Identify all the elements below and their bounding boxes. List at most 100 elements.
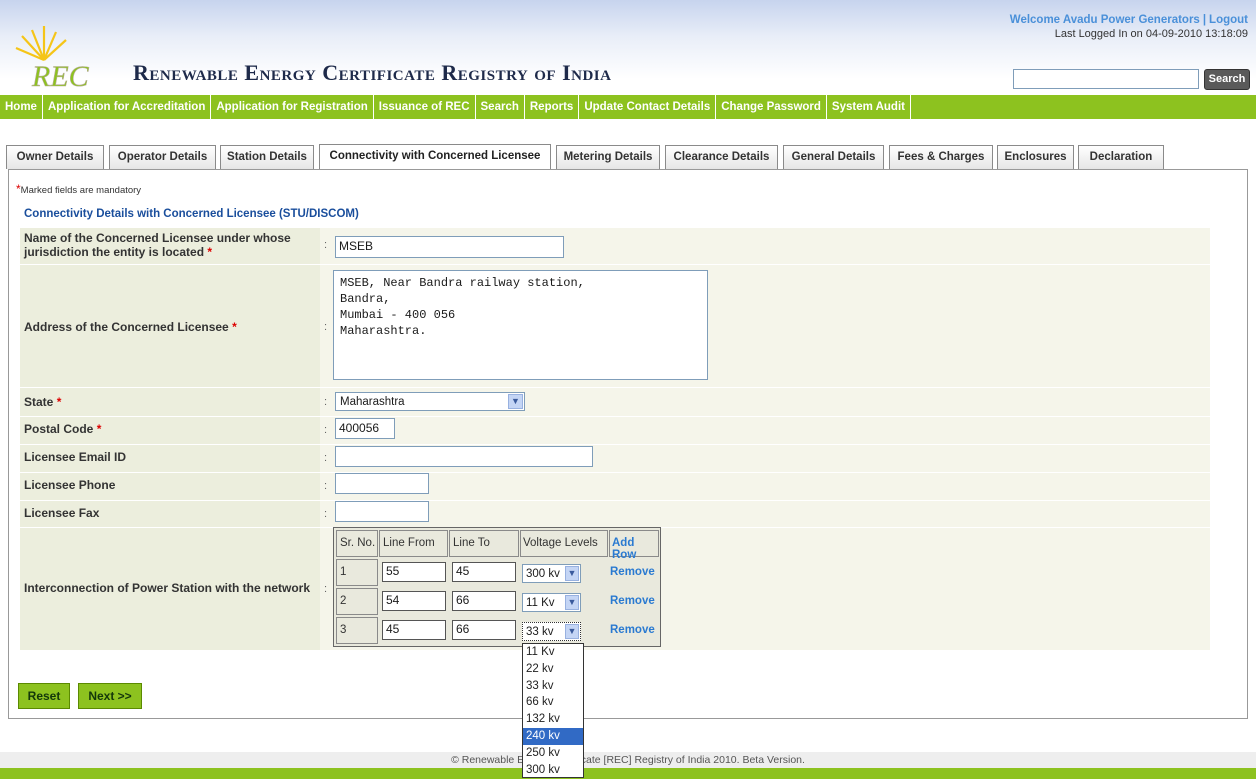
row-fax: Licensee Fax : (20, 501, 1210, 527)
section-title: Connectivity Details with Concerned Lice… (24, 208, 359, 220)
tab-declaration[interactable]: Declaration (1078, 145, 1164, 169)
footer-copyright: © Renewable Energy Certificate [REC] Reg… (451, 754, 805, 766)
tab-fees-charges[interactable]: Fees & Charges (889, 145, 993, 169)
remove-link[interactable]: Remove (610, 566, 655, 578)
voltage-select[interactable]: 33 kv ▼ (522, 622, 581, 641)
voltage-dropdown-list: 11 Kv 22 kv 33 kv 66 kv 132 kv 240 kv 25… (522, 643, 584, 778)
address-line: MSEB, Near Bandra railway station, (340, 276, 585, 290)
tab-clearance-details[interactable]: Clearance Details (665, 145, 778, 169)
site-title: Renewable Energy Certificate Registry of… (133, 60, 612, 85)
fax-label: Licensee Fax (24, 506, 100, 520)
remove-link[interactable]: Remove (610, 624, 655, 636)
colon: : (324, 239, 328, 251)
rec-logo-icon: REC (15, 26, 90, 90)
chevron-down-icon[interactable]: ▼ (565, 566, 579, 581)
address-textarea[interactable]: MSEB, Near Bandra railway station, Bandr… (333, 270, 708, 380)
row-licensee-address: Address of the Concerned Licensee * : MS… (20, 265, 1210, 387)
line-from-input[interactable]: 45 (382, 620, 446, 640)
nav-item-accreditation[interactable]: Application for Accreditation (43, 95, 212, 119)
tab-connectivity[interactable]: Connectivity with Concerned Licensee (319, 144, 551, 170)
colon: : (324, 396, 328, 408)
line-to-input[interactable]: 45 (452, 562, 516, 582)
dropdown-option-highlighted[interactable]: 240 kv (523, 727, 583, 745)
tab-metering-details[interactable]: Metering Details (556, 145, 660, 169)
state-select-value: Maharashtra (340, 396, 405, 408)
dropdown-option[interactable]: 250 kv (523, 745, 583, 762)
nav-item-system-audit[interactable]: System Audit (827, 95, 911, 119)
dropdown-option[interactable]: 132 kv (523, 711, 583, 728)
voltage-select[interactable]: 11 Kv ▼ (522, 593, 581, 612)
row-value-cell (320, 417, 1210, 444)
colon: : (324, 508, 328, 520)
postal-code-label-text: Postal Code (24, 422, 94, 436)
dropdown-option[interactable]: 66 kv (523, 694, 583, 711)
state-label-text: State (24, 395, 54, 409)
state-label: State * (24, 395, 61, 409)
search-input[interactable] (1013, 69, 1199, 89)
mandatory-note-text: Marked fields are mandatory (20, 185, 142, 196)
col-header-line-from: Line From (383, 537, 435, 549)
chevron-down-icon[interactable]: ▼ (565, 595, 579, 610)
logout-link[interactable]: Logout (1209, 14, 1248, 26)
tab-owner-details[interactable]: Owner Details (6, 145, 104, 169)
fax-input[interactable] (335, 501, 429, 522)
address-line: Bandra, (340, 292, 391, 306)
line-from-input[interactable]: 54 (382, 591, 446, 611)
add-row-link[interactable]: Add Row (612, 537, 660, 561)
address-line: Mumbai - 400 056 (340, 308, 456, 322)
site-header: REC Renewable Energy Certificate Registr… (0, 0, 1256, 93)
row-value-cell (320, 501, 1210, 527)
chevron-down-icon[interactable]: ▼ (508, 394, 523, 409)
dropdown-option[interactable]: 300 kv (523, 762, 583, 779)
voltage-select-value: 300 kv (526, 568, 560, 580)
tab-station-details[interactable]: Station Details (220, 145, 314, 169)
address-line: Maharashtra. (340, 324, 427, 338)
line-to-input[interactable]: 66 (452, 620, 516, 640)
postal-code-label: Postal Code * (24, 422, 101, 436)
dropdown-option[interactable]: 11 Kv (523, 644, 583, 661)
tab-general-details[interactable]: General Details (783, 145, 884, 169)
nav-item-registration[interactable]: Application for Registration (211, 95, 374, 119)
nav-item-search[interactable]: Search (476, 95, 525, 119)
next-button[interactable]: Next >> (78, 683, 142, 709)
licensee-name-label-line2: jurisdiction the entity is located (24, 245, 205, 259)
nav-item-reports[interactable]: Reports (525, 95, 580, 119)
last-login-text: Last Logged In on 04-09-2010 13:18:09 (1054, 28, 1248, 40)
col-header-voltage: Voltage Levels (523, 537, 598, 549)
colon: : (324, 424, 328, 436)
row-sr-no: 1 (340, 566, 347, 578)
row-value-cell (320, 473, 1210, 500)
tab-operator-details[interactable]: Operator Details (109, 145, 216, 169)
nav-item-update-contact[interactable]: Update Contact Details (579, 95, 717, 119)
row-sr-no: 3 (340, 624, 347, 636)
remove-link[interactable]: Remove (610, 595, 655, 607)
colon: : (324, 480, 328, 492)
required-star: * (207, 245, 213, 259)
dropdown-option[interactable]: 33 kv (523, 678, 583, 695)
dropdown-option[interactable]: 22 kv (523, 661, 583, 678)
chevron-down-icon[interactable]: ▼ (565, 624, 579, 639)
postal-code-input[interactable]: 400056 (335, 418, 395, 439)
required-star: * (56, 395, 62, 409)
licensee-name-input[interactable]: MSEB (335, 236, 564, 258)
colon: : (324, 321, 328, 333)
email-input[interactable] (335, 446, 593, 467)
voltage-select-value: 33 kv (526, 626, 554, 638)
mandatory-note: *Marked fields are mandatory (16, 182, 141, 196)
nav-item-change-password[interactable]: Change Password (716, 95, 827, 119)
reset-button[interactable]: Reset (18, 683, 70, 709)
state-select[interactable]: Maharashtra ▼ (335, 392, 525, 411)
search-button[interactable]: Search (1204, 69, 1250, 90)
line-to-input[interactable]: 66 (452, 591, 516, 611)
address-label-text: Address of the Concerned Licensee (24, 320, 229, 334)
tab-enclosures[interactable]: Enclosures (997, 145, 1074, 169)
nav-item-home[interactable]: Home (0, 95, 43, 119)
footer-stripe (0, 768, 1256, 779)
interconnection-label: Interconnection of Power Station with th… (24, 581, 311, 595)
voltage-select[interactable]: 300 kv ▼ (522, 564, 581, 583)
interconnection-table: Sr. No. Line From Line To Voltage Levels… (333, 527, 661, 647)
nav-item-issuance[interactable]: Issuance of REC (374, 95, 476, 119)
phone-input[interactable] (335, 473, 429, 494)
phone-label: Licensee Phone (24, 478, 116, 492)
line-from-input[interactable]: 55 (382, 562, 446, 582)
